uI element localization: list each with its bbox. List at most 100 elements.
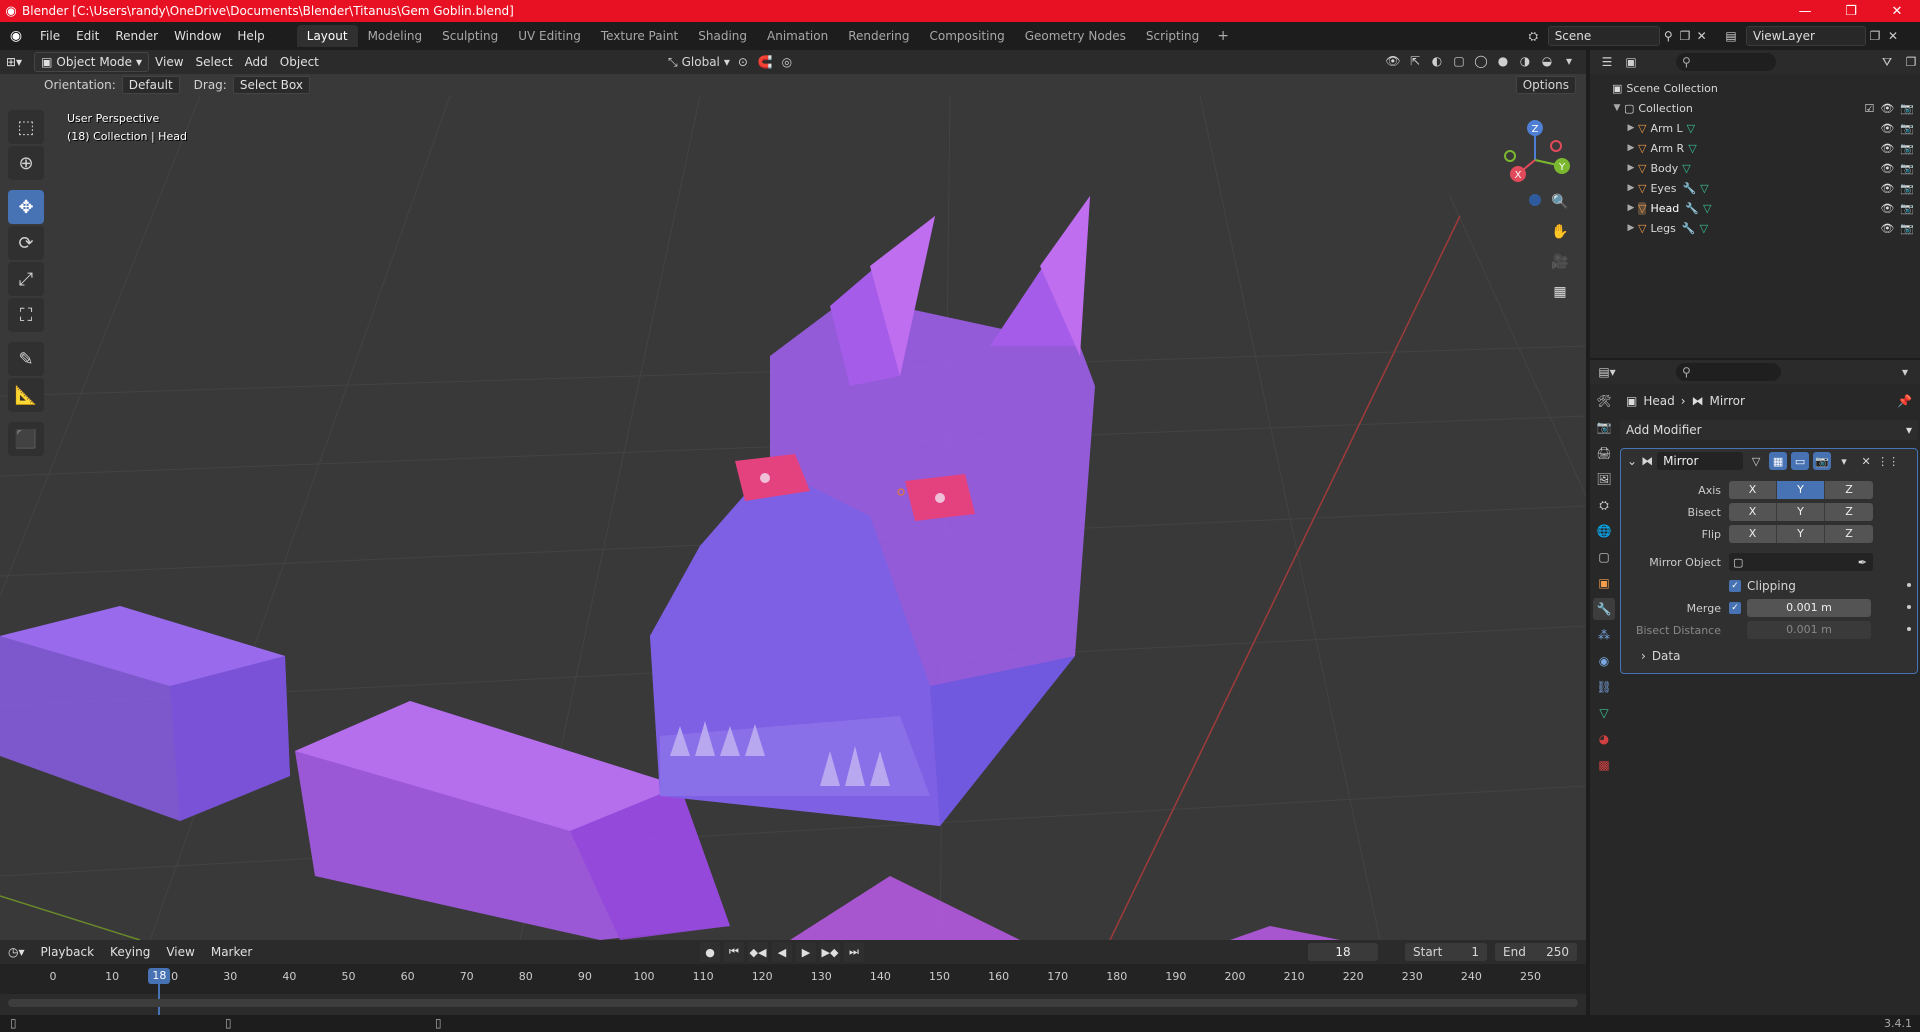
transform-orientation-dropdown[interactable]: ⤡ Global ▾ ⊙ 🧲 ◎	[668, 52, 796, 72]
pan-hand-icon[interactable]: ✋	[1548, 220, 1572, 244]
timeline-editor-type-icon[interactable]: ◷▾	[0, 945, 33, 959]
drag-dropdown[interactable]: Select Box	[232, 76, 310, 94]
mode-dropdown[interactable]: ▣ Object Mode ▾	[34, 52, 150, 72]
select-box-icon[interactable]: ⬚	[8, 110, 44, 144]
blender-menu-icon[interactable]: ◉	[0, 28, 32, 44]
viewlayer-name-field[interactable]: ViewLayer	[1746, 26, 1866, 46]
menu-marker[interactable]: Marker	[203, 945, 260, 959]
properties-search-input[interactable]: ⚲	[1676, 363, 1781, 381]
properties-editor-type-icon[interactable]: ▤▾	[1598, 363, 1616, 381]
wrench-icon[interactable]: 🔧	[1685, 202, 1699, 215]
collection-row[interactable]: ▼ ▢ Collection ☑ 👁 📷	[1590, 98, 1920, 118]
texture-tab-icon[interactable]: ▩	[1593, 754, 1615, 776]
menu-help[interactable]: Help	[229, 29, 272, 43]
orientation-dropdown[interactable]: Default	[121, 76, 180, 94]
jump-end-icon[interactable]: ⏭	[844, 942, 864, 962]
wrench-icon[interactable]: 🔧	[1682, 182, 1696, 195]
timeline-ruler[interactable]: 0 10 20 30 40 50 60 70 80 90 100 110 120 130 140 150 160…	[0, 964, 1586, 1018]
outliner-editor-type-icon[interactable]: ☰	[1598, 53, 1616, 71]
world-tab-icon[interactable]: 🌐	[1593, 520, 1615, 542]
pin-icon[interactable]: ⚲	[1660, 27, 1677, 45]
tab-rendering[interactable]: Rendering	[838, 25, 919, 47]
outliner-search-input[interactable]: ⚲	[1676, 53, 1776, 71]
menu-add[interactable]: Add	[239, 52, 274, 72]
modifier-name-field[interactable]: Mirror	[1657, 452, 1744, 470]
menu-object[interactable]: Object	[274, 52, 325, 72]
tab-sculpting[interactable]: Sculpting	[432, 25, 508, 47]
flip-x-toggle[interactable]: X	[1729, 525, 1777, 543]
data-tab-icon[interactable]: ▽	[1593, 702, 1615, 724]
solid-shading-icon[interactable]: ●	[1494, 52, 1512, 70]
shading-options-icon[interactable]: ▾	[1560, 52, 1578, 70]
viewport-scene[interactable]	[0, 96, 1586, 940]
eye-icon[interactable]: 👁	[1880, 202, 1894, 215]
annotate-icon[interactable]: ✎	[8, 342, 44, 376]
add-workspace-icon[interactable]: +	[1209, 28, 1237, 44]
overlay-icon[interactable]: ◐	[1428, 52, 1446, 70]
editor-type-icon[interactable]: ⊞▾	[0, 52, 28, 72]
rendered-shading-icon[interactable]: ◒	[1538, 52, 1556, 70]
data-subpanel[interactable]: › Data	[1621, 647, 1917, 665]
mesh-data-icon[interactable]: ▽	[1703, 202, 1711, 215]
delete-scene-icon[interactable]: ✕	[1693, 27, 1710, 45]
menu-render[interactable]: Render	[107, 29, 166, 43]
outliner-object-row[interactable]: ▶ ▽ Arm L ▽ 👁 📷	[1590, 118, 1920, 138]
keyframe-dot[interactable]	[1907, 605, 1911, 609]
measure-icon[interactable]: 📐	[8, 378, 44, 412]
menu-file[interactable]: File	[32, 29, 68, 43]
prev-keyframe-icon[interactable]: ◆◀	[748, 942, 768, 962]
flip-z-toggle[interactable]: Z	[1825, 525, 1873, 543]
timeline-scrollbar[interactable]	[8, 999, 1578, 1007]
mesh-data-icon[interactable]: ▽	[1700, 182, 1708, 195]
gizmo-icon[interactable]: ⇱	[1406, 52, 1424, 70]
axis-z-toggle[interactable]: Z	[1825, 481, 1873, 499]
3d-viewport[interactable]: ⊞▾ ▣ Object Mode ▾ View Select Add Object …	[0, 50, 1586, 940]
merge-checkbox[interactable]: ✓	[1729, 602, 1741, 614]
new-viewlayer-icon[interactable]: ❐	[1866, 27, 1884, 45]
view-layer-tab-icon[interactable]: 🖼	[1593, 468, 1615, 490]
modifier-tab-icon[interactable]: 🔧	[1593, 598, 1615, 620]
viewlayer-selector[interactable]: ▤ ViewLayer ❐ ✕	[1722, 25, 1917, 47]
tab-animation[interactable]: Animation	[757, 25, 838, 47]
pivot-icon[interactable]: ⊙	[734, 53, 752, 71]
mesh-data-icon[interactable]: ▽	[1687, 122, 1695, 135]
tab-modeling[interactable]: Modeling	[358, 25, 433, 47]
wireframe-shading-icon[interactable]: ◯	[1472, 52, 1490, 70]
eye-icon[interactable]: 👁	[1880, 142, 1894, 155]
mesh-data-icon[interactable]: ▽	[1700, 222, 1708, 235]
camera-icon[interactable]: 📷	[1900, 182, 1914, 195]
edit-mode-icon[interactable]: ▦	[1769, 452, 1788, 470]
camera-view-icon[interactable]: 🎥	[1548, 250, 1572, 274]
eye-icon[interactable]: 👁	[1880, 102, 1894, 115]
realtime-display-icon[interactable]: ▭	[1791, 452, 1810, 470]
arm-l-mesh[interactable]	[0, 606, 290, 821]
menu-edit[interactable]: Edit	[68, 29, 107, 43]
scene-selector[interactable]: ⛭ Scene ⚲ ❐ ✕	[1525, 25, 1710, 47]
display-mode-icon[interactable]: ▣	[1622, 53, 1640, 71]
remove-modifier-icon[interactable]: ✕	[1857, 452, 1875, 470]
particles-tab-icon[interactable]: ⁂	[1593, 624, 1615, 646]
tab-texture-paint[interactable]: Texture Paint	[591, 25, 688, 47]
scene-name-field[interactable]: Scene	[1547, 26, 1660, 46]
start-frame-field[interactable]: Start 1	[1405, 943, 1487, 961]
tool-tab-icon[interactable]: 🛠	[1593, 390, 1615, 412]
snap-icon[interactable]: 🧲	[756, 53, 774, 71]
expand-arrow-icon[interactable]: ▶	[1624, 203, 1638, 213]
rotate-icon[interactable]: ⟳	[8, 226, 44, 260]
transform-icon[interactable]: ⛶	[8, 298, 44, 332]
new-collection-icon[interactable]: ❐	[1902, 53, 1920, 71]
edit-mode-cage-icon[interactable]: ▽	[1747, 452, 1765, 470]
bisect-z-toggle[interactable]: Z	[1825, 503, 1873, 521]
menu-keying[interactable]: Keying	[102, 945, 158, 959]
new-scene-icon[interactable]: ❐	[1677, 27, 1694, 45]
add-modifier-dropdown[interactable]: Add Modifier ▾	[1620, 420, 1918, 440]
legs-mesh[interactable]	[1230, 926, 1340, 940]
play-reverse-icon[interactable]: ◀	[772, 942, 792, 962]
current-frame-field[interactable]: 18	[1308, 943, 1378, 961]
ortho-grid-icon[interactable]: ▦	[1548, 280, 1572, 304]
proportional-edit-icon[interactable]: ◎	[778, 53, 796, 71]
next-keyframe-icon[interactable]: ▶◆	[820, 942, 840, 962]
chevron-down-icon[interactable]: ▾	[1896, 363, 1914, 381]
eye-icon[interactable]: 👁	[1880, 182, 1894, 195]
clipping-checkbox[interactable]: ✓	[1729, 580, 1741, 592]
